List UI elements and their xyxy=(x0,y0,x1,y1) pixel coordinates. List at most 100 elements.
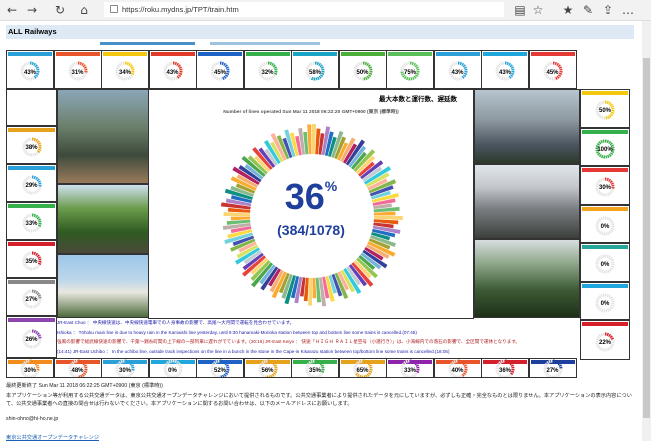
line-gauge-top-3[interactable]: 43% xyxy=(148,50,197,89)
gauge-segment xyxy=(452,359,456,364)
gauge-segment xyxy=(31,62,35,66)
gauge-segment xyxy=(507,76,510,81)
line-gauge-right-2[interactable]: 30% xyxy=(580,166,630,205)
back-icon[interactable]: ← xyxy=(4,2,20,18)
gauge-percent: 0% xyxy=(168,368,177,374)
gauge-segment xyxy=(33,344,37,348)
line-gauge-left-5[interactable]: 26% xyxy=(6,316,57,358)
gauge-segment xyxy=(600,269,604,274)
gauge-segment xyxy=(34,138,38,142)
gauge-segment xyxy=(81,75,85,80)
line-gauge-left-0[interactable]: 38% xyxy=(6,126,57,164)
gauge-segment xyxy=(460,360,464,364)
line-gauge-top-7[interactable]: 50% xyxy=(338,50,387,89)
gauge-segment xyxy=(500,359,503,364)
gauge-segment xyxy=(608,307,612,311)
line-gauge-bottom-4[interactable]: 52% xyxy=(196,358,244,378)
reading-view-icon[interactable]: ▤ xyxy=(512,2,528,18)
gauge-segment xyxy=(546,373,550,377)
gauge-segment xyxy=(174,374,178,377)
gauge-segment xyxy=(509,64,513,68)
line-gauge-bottom-9[interactable]: 40% xyxy=(433,358,482,378)
line-gauge-top-4[interactable]: 45% xyxy=(196,50,244,89)
line-gauge-bottom-8[interactable]: 33% xyxy=(386,358,434,378)
line-gauge-left-1[interactable]: 29% xyxy=(6,164,57,202)
line-gauge-top-11[interactable]: 45% xyxy=(528,50,577,89)
gauge-segment xyxy=(608,140,612,144)
gauge-segment xyxy=(27,344,30,349)
line-gauge-bottom-5[interactable]: 56% xyxy=(243,358,292,378)
line-gauge-bottom-10[interactable]: 36% xyxy=(481,358,529,378)
home-icon[interactable]: ⌂ xyxy=(76,2,92,18)
line-gauge-top-10[interactable]: 43% xyxy=(481,50,529,89)
gauge-segment xyxy=(35,343,39,347)
gauge-segment xyxy=(24,290,28,295)
line-gauge-top-5[interactable]: 32% xyxy=(243,50,292,89)
line-gauge-top-0[interactable]: 43% xyxy=(6,50,54,89)
line-gauge-bottom-1[interactable]: 48% xyxy=(53,358,102,378)
gauge-segment xyxy=(358,374,361,377)
footer-link[interactable]: 東京公共交通オープンデータチャレンジ xyxy=(6,434,99,441)
gauge-segment xyxy=(272,64,276,68)
gauge-percent: 56% xyxy=(261,368,274,374)
gauge-segment xyxy=(79,62,82,66)
line-gauge-top-9[interactable]: 43% xyxy=(433,50,482,89)
line-gauge-left-4[interactable]: 27% xyxy=(6,278,57,316)
gauge-segment xyxy=(610,182,614,185)
line-color-bar xyxy=(530,52,575,56)
line-gauge-bottom-7[interactable]: 65% xyxy=(338,358,387,378)
line-gauge-top-2[interactable]: 34% xyxy=(101,50,149,89)
line-gauge-right-5[interactable]: 0% xyxy=(580,281,630,320)
gauge-segment xyxy=(306,362,311,366)
gauge-segment xyxy=(213,63,217,67)
forward-icon[interactable]: → xyxy=(24,2,40,18)
line-gauge-bottom-6[interactable]: 35% xyxy=(291,358,339,378)
line-gauge-top-8[interactable]: 75% xyxy=(386,50,434,89)
gauge-segment xyxy=(36,140,40,144)
gauge-segment xyxy=(33,190,37,194)
gauge-segment xyxy=(23,216,27,220)
gauge-segment xyxy=(405,77,409,81)
line-gauge-bottom-3[interactable]: 0% xyxy=(148,358,197,378)
favorites-list-icon[interactable]: ★ xyxy=(560,2,576,18)
line-gauge-bottom-0[interactable]: 30% xyxy=(6,358,54,378)
line-gauge-left-3[interactable]: 35% xyxy=(6,240,57,278)
gauge-segment xyxy=(118,63,122,67)
gauge-segment xyxy=(174,76,178,81)
gauge-segment xyxy=(600,332,603,337)
line-gauge-right-0[interactable]: 50% xyxy=(580,89,630,128)
line-gauge-bottom-2[interactable]: 30% xyxy=(101,358,149,378)
line-gauge-bottom-11[interactable]: 27% xyxy=(528,358,577,378)
favorite-star-icon[interactable]: ☆ xyxy=(530,2,546,18)
line-gauge-left-2[interactable]: 33% xyxy=(6,202,57,240)
gauge-segment xyxy=(406,374,409,377)
address-bar[interactable]: https://roku.mydns.jp/TPT/train.htm xyxy=(104,2,504,17)
refresh-icon[interactable]: ↻ xyxy=(52,2,68,18)
gauge-percent: 43% xyxy=(23,69,36,76)
gauge-segment xyxy=(556,373,560,377)
gauge-segment xyxy=(33,251,36,255)
gauge-segment xyxy=(225,66,229,70)
gauge-segment xyxy=(21,65,26,69)
gauge-segment xyxy=(411,62,415,66)
gauge-segment xyxy=(79,359,82,364)
gauge-segment xyxy=(168,77,171,81)
gauge-segment xyxy=(365,63,369,67)
scrollbar-thumb[interactable] xyxy=(643,58,650,418)
gauge-segment xyxy=(224,64,228,68)
more-icon[interactable]: … xyxy=(620,2,636,18)
line-gauge-right-3[interactable]: 0% xyxy=(580,204,630,243)
line-gauge-top-6[interactable]: 58% xyxy=(291,50,339,89)
gauge-segment xyxy=(413,63,417,67)
share-icon[interactable]: ⇪ xyxy=(600,2,616,18)
gauge-segment xyxy=(25,189,29,194)
line-gauge-right-6[interactable]: 22% xyxy=(580,320,630,360)
pen-icon[interactable]: ✎ xyxy=(580,2,596,18)
gauge-segment xyxy=(545,63,549,67)
line-gauge-top-1[interactable]: 31% xyxy=(53,50,102,89)
line-gauge-right-4[interactable]: 0% xyxy=(580,243,630,282)
line-color-bar xyxy=(582,91,628,95)
gauge-segment xyxy=(510,364,514,367)
gauge-segment xyxy=(26,137,30,142)
line-gauge-right-1[interactable]: 100% xyxy=(580,127,630,166)
